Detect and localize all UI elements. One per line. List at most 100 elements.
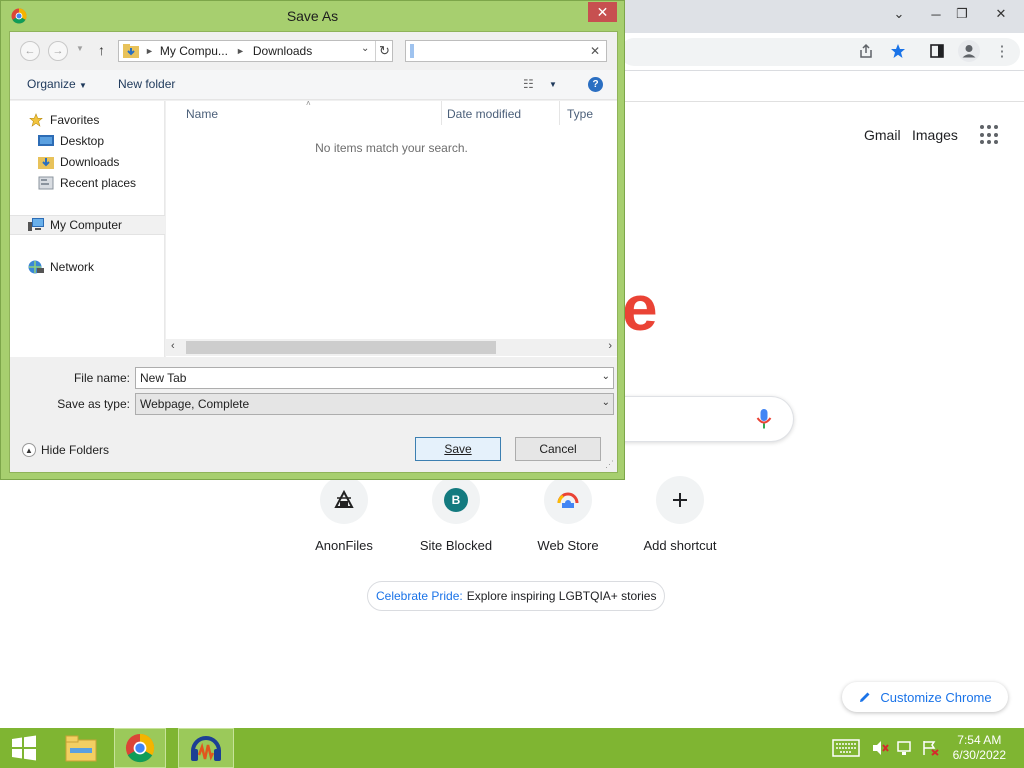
sort-arrow-icon: ˄	[306, 99, 311, 108]
file-name-value: New Tab	[140, 371, 187, 385]
cancel-button[interactable]: Cancel	[515, 437, 601, 461]
network-icon	[28, 260, 44, 274]
nav-my-computer[interactable]: My Computer	[10, 215, 165, 235]
file-explorer-icon	[65, 735, 97, 762]
nav-downloads-label: Downloads	[60, 155, 120, 169]
clear-search-icon[interactable]: ✕	[590, 44, 600, 58]
save-as-type-select[interactable]: Webpage, Complete ⌄	[135, 393, 614, 415]
save-button[interactable]: Save	[415, 437, 501, 461]
volume-muted-icon[interactable]	[870, 728, 892, 768]
scrollbar-thumb[interactable]	[186, 341, 496, 354]
window-close-icon[interactable]: ✕	[985, 0, 1017, 28]
action-center-icon[interactable]	[920, 728, 942, 768]
nav-network[interactable]: Network	[28, 257, 94, 277]
save-as-type-dropdown-icon[interactable]: ⌄	[602, 397, 610, 408]
network-status-icon[interactable]	[895, 728, 917, 768]
clock-time: 7:54 AM	[957, 733, 1002, 747]
horizontal-scrollbar[interactable]: ‹ ›	[166, 339, 617, 356]
file-name-input[interactable]: New Tab ⌄	[135, 367, 614, 389]
bookmark-star-icon[interactable]	[887, 40, 909, 62]
address-dropdown-icon[interactable]: ⌄	[361, 43, 369, 54]
restore-icon[interactable]: ❐	[946, 0, 978, 28]
share-icon[interactable]	[855, 40, 877, 62]
column-separator[interactable]	[441, 101, 442, 125]
images-link[interactable]: Images	[912, 127, 958, 143]
column-header-date-modified[interactable]: Date modified	[447, 107, 521, 121]
forward-arrow-icon[interactable]: →	[48, 41, 68, 61]
file-name-dropdown-icon[interactable]: ⌄	[602, 371, 610, 382]
anonfiles-icon	[320, 476, 368, 524]
web-store-icon	[544, 476, 592, 524]
refresh-icon[interactable]: ↻	[375, 41, 393, 61]
chrome-menu-icon[interactable]: ⋮	[991, 40, 1013, 62]
up-arrow-icon[interactable]: ↑	[98, 42, 105, 58]
shortcut-label: AnonFiles	[315, 538, 373, 553]
shortcut-label: Web Store	[537, 538, 599, 553]
resize-grip-icon[interactable]: ⋰	[605, 459, 614, 470]
column-header-name[interactable]: Name	[186, 107, 218, 121]
audacity-taskbar-button[interactable]	[178, 728, 234, 768]
save-as-dialog: Save As ✕ ← → ▼ ↑ ► My Compu... ► Downlo…	[0, 0, 625, 480]
file-name-label: File name:	[73, 371, 130, 385]
cancel-button-label: Cancel	[539, 442, 577, 456]
dialog-body: ← → ▼ ↑ ► My Compu... ► Downloads ⌄ ↻ ✕ …	[9, 31, 618, 473]
shortcut-site-blocked[interactable]: B Site Blocked	[400, 476, 512, 553]
save-as-type-value: Webpage, Complete	[140, 397, 250, 411]
chrome-icon	[125, 733, 155, 763]
nav-downloads[interactable]: Downloads	[38, 152, 119, 172]
voice-search-icon[interactable]	[755, 408, 773, 430]
nav-desktop[interactable]: Desktop	[38, 131, 104, 151]
change-view-icon[interactable]: ☷	[523, 77, 534, 91]
organize-menu[interactable]: Organize ▼	[27, 77, 87, 91]
navigation-pane: Favorites Desktop Downloads Recent place…	[10, 101, 165, 357]
gmail-link[interactable]: Gmail	[864, 127, 901, 143]
shortcut-web-store[interactable]: Web Store	[512, 476, 624, 553]
breadcrumb-my-computer[interactable]: My Compu...	[160, 44, 228, 58]
taskbar: 7:54 AM 6/30/2022	[0, 728, 1024, 768]
dialog-close-button[interactable]: ✕	[588, 2, 617, 22]
chrome-taskbar-button[interactable]	[114, 728, 166, 768]
back-arrow-icon[interactable]: ←	[20, 41, 40, 61]
shortcut-add[interactable]: Add shortcut	[624, 476, 736, 553]
touch-keyboard-icon[interactable]	[830, 728, 862, 768]
nav-desktop-label: Desktop	[60, 134, 105, 148]
nav-favorites[interactable]: Favorites	[28, 110, 99, 130]
customize-chrome-button[interactable]: Customize Chrome	[842, 682, 1008, 712]
google-apps-icon[interactable]	[980, 125, 1000, 145]
chevron-down-icon: ▼	[79, 81, 87, 90]
text-caret	[410, 44, 414, 58]
navigation-bar: ← → ▼ ↑ ► My Compu... ► Downloads ⌄ ↻ ✕	[10, 32, 617, 70]
tab-search-icon[interactable]: ⌄	[883, 0, 915, 28]
plus-icon	[656, 476, 704, 524]
scroll-left-icon[interactable]: ‹	[171, 340, 175, 352]
shortcut-anonfiles[interactable]: AnonFiles	[288, 476, 400, 553]
site-blocked-tile: B	[432, 476, 480, 524]
pencil-icon	[860, 692, 870, 702]
help-icon[interactable]: ?	[588, 77, 603, 92]
downloads-folder-icon	[123, 44, 139, 58]
profile-avatar-icon[interactable]	[958, 40, 980, 62]
breadcrumb-downloads[interactable]: Downloads	[253, 44, 312, 58]
system-clock[interactable]: 7:54 AM 6/30/2022	[953, 733, 1006, 763]
new-folder-button[interactable]: New folder	[118, 77, 175, 91]
pride-link[interactable]: Celebrate Pride:	[376, 589, 463, 603]
side-panel-icon[interactable]	[926, 40, 948, 62]
address-breadcrumb[interactable]: ► My Compu... ► Downloads ⌄ ↻	[118, 40, 393, 62]
start-button[interactable]	[0, 728, 48, 768]
column-separator[interactable]	[559, 101, 560, 125]
search-downloads-input[interactable]: ✕	[405, 40, 607, 62]
file-explorer-taskbar-icon[interactable]	[58, 728, 104, 768]
my-computer-icon	[28, 218, 44, 231]
downloads-folder-icon	[38, 157, 54, 169]
organize-label: Organize	[27, 77, 76, 91]
view-options-dropdown-icon[interactable]: ▼	[549, 80, 557, 89]
windows-logo-icon	[12, 735, 36, 761]
column-header-type[interactable]: Type	[567, 107, 593, 121]
hide-folders-toggle[interactable]: ▲ Hide Folders	[22, 443, 109, 457]
scroll-right-icon[interactable]: ›	[608, 340, 612, 352]
favorites-star-icon	[29, 113, 43, 127]
pride-promo-chip[interactable]: Celebrate Pride: Explore inspiring LGBTQ…	[367, 581, 666, 611]
recent-locations-icon[interactable]: ▼	[76, 44, 84, 53]
file-list-pane: ˄ Name Date modified Type No items match…	[166, 99, 617, 357]
nav-recent-places[interactable]: Recent places	[38, 173, 136, 193]
